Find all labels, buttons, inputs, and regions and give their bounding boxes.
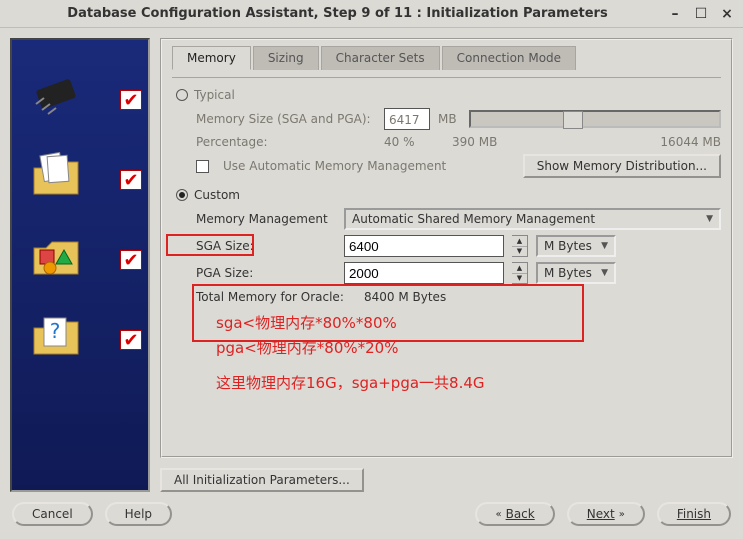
slider-thumb <box>563 111 583 129</box>
next-button[interactable]: Next» <box>567 502 645 526</box>
annotation-text: 这里物理内存16G，sga+pga一共8.4G <box>216 372 721 393</box>
titlebar: Database Configuration Assistant, Step 9… <box>0 0 743 28</box>
custom-label: Custom <box>194 188 240 202</box>
chevron-down-icon: ▼ <box>706 214 713 224</box>
chevron-up-icon: ▲ <box>512 263 527 274</box>
radio-icon <box>176 89 188 101</box>
memmgmt-value: Automatic Shared Memory Management <box>352 212 595 226</box>
chevron-up-icon: ▲ <box>512 236 527 247</box>
sga-input[interactable] <box>344 235 504 257</box>
folder-shapes-icon <box>26 224 86 284</box>
tab-connmode[interactable]: Connection Mode <box>442 46 576 70</box>
help-button[interactable]: Help <box>105 502 172 526</box>
chevron-right-icon: » <box>619 509 625 520</box>
chevron-down-icon: ▼ <box>512 274 527 284</box>
window-title: Database Configuration Assistant, Step 9… <box>8 6 667 21</box>
maximize-button[interactable]: ☐ <box>693 6 709 22</box>
tab-memory[interactable]: Memory <box>172 46 251 70</box>
memory-slider <box>469 110 721 128</box>
memsize-value: 6417 <box>384 108 430 130</box>
pct-value: 40 % <box>384 135 444 149</box>
chevron-down-icon: ▼ <box>601 241 608 251</box>
memmgmt-select[interactable]: Automatic Shared Memory Management ▼ <box>344 208 721 230</box>
sga-spinner[interactable]: ▲▼ <box>512 235 528 257</box>
pga-spinner[interactable]: ▲▼ <box>512 262 528 284</box>
step-check-icon: ✔ <box>120 90 142 110</box>
max-mb: 16044 MB <box>660 135 721 149</box>
amm-label: Use Automatic Memory Management <box>223 159 446 173</box>
svg-text:?: ? <box>50 319 61 343</box>
step-check-icon: ✔ <box>120 250 142 270</box>
sidebar-step-icon: ✔ <box>12 224 148 304</box>
annotation-box <box>192 284 584 342</box>
show-distribution-button[interactable]: Show Memory Distribution... <box>523 154 721 178</box>
folder-help-icon: ? <box>26 304 86 364</box>
pga-unit-select[interactable]: M Bytes ▼ <box>536 262 616 284</box>
annotation-box <box>166 234 254 256</box>
cancel-button[interactable]: Cancel <box>12 502 93 526</box>
finish-button[interactable]: Finish <box>657 502 731 526</box>
pct-label: Percentage: <box>196 135 376 149</box>
folder-docs-icon <box>26 144 86 204</box>
memsize-unit: MB <box>438 112 457 126</box>
chip-icon <box>26 64 86 124</box>
memsize-label: Memory Size (SGA and PGA): <box>196 112 376 126</box>
custom-radio-row[interactable]: Custom <box>176 188 721 202</box>
tab-sizing[interactable]: Sizing <box>253 46 319 70</box>
sidebar-step-icon: ✔ <box>12 64 148 144</box>
sga-unit-value: M Bytes <box>544 239 592 253</box>
radio-icon <box>176 189 188 201</box>
close-button[interactable]: × <box>719 6 735 22</box>
wizard-nav-bar: Cancel Help «Back Next» Finish <box>0 496 743 532</box>
sidebar-step-icon: ✔ <box>12 144 148 224</box>
pga-unit-value: M Bytes <box>544 266 592 280</box>
all-init-params-button[interactable]: All Initialization Parameters... <box>160 468 364 492</box>
wizard-sidebar: ✔ ✔ ✔ ? ✔ <box>10 38 150 492</box>
memory-panel: Memory Sizing Character Sets Connection … <box>160 38 733 458</box>
memmgmt-label: Memory Management <box>196 212 336 226</box>
sga-unit-select[interactable]: M Bytes ▼ <box>536 235 616 257</box>
back-button[interactable]: «Back <box>475 502 554 526</box>
chevron-down-icon: ▼ <box>601 268 608 278</box>
pga-label: PGA Size: <box>196 266 336 280</box>
amm-checkbox <box>196 160 209 173</box>
chevron-left-icon: « <box>495 509 501 520</box>
step-check-icon: ✔ <box>120 330 142 350</box>
tab-strip: Memory Sizing Character Sets Connection … <box>172 46 721 70</box>
step-check-icon: ✔ <box>120 170 142 190</box>
minimize-button[interactable]: – <box>667 6 683 22</box>
min-mb: 390 MB <box>452 135 552 149</box>
tab-charsets[interactable]: Character Sets <box>321 46 440 70</box>
typical-label: Typical <box>194 88 235 102</box>
typical-radio-row[interactable]: Typical <box>176 88 721 102</box>
chevron-down-icon: ▼ <box>512 247 527 257</box>
sidebar-step-icon: ? ✔ <box>12 304 148 384</box>
pga-input[interactable] <box>344 262 504 284</box>
